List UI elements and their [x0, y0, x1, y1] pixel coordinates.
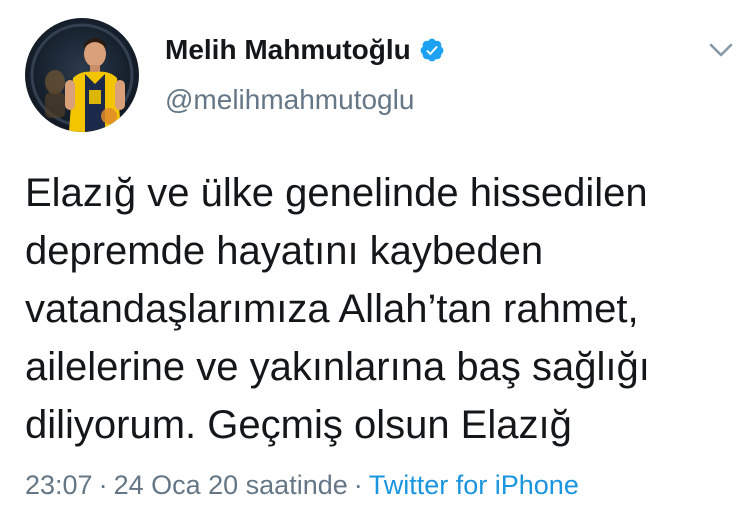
verified-badge-icon — [419, 37, 445, 63]
meta-separator-2: · — [353, 470, 363, 500]
tweet-text: Elazığ ve ülke genelinde hissedilen depr… — [25, 171, 650, 447]
profile-avatar[interactable] — [25, 18, 139, 132]
tweet-card: Melih Mahmutoğlu @melihmahmutoglu Elazığ… — [0, 0, 750, 524]
tweet-metadata: 23:07 · 24 Oca 20 saatinde · Twitter for iPh… — [25, 470, 579, 501]
user-handle[interactable]: @melihmahmutoglu — [165, 84, 414, 116]
avatar-image — [30, 23, 134, 132]
display-name[interactable]: Melih Mahmutoğlu — [165, 34, 411, 66]
chevron-down-icon[interactable] — [706, 38, 736, 62]
name-row: Melih Mahmutoğlu — [165, 30, 445, 70]
tweet-time[interactable]: 23:07 — [25, 470, 93, 500]
tweet-date[interactable]: 24 Oca 20 saatinde — [114, 470, 348, 500]
meta-separator: · — [98, 470, 108, 500]
tweet-source-link[interactable]: Twitter for iPhone — [369, 470, 579, 500]
